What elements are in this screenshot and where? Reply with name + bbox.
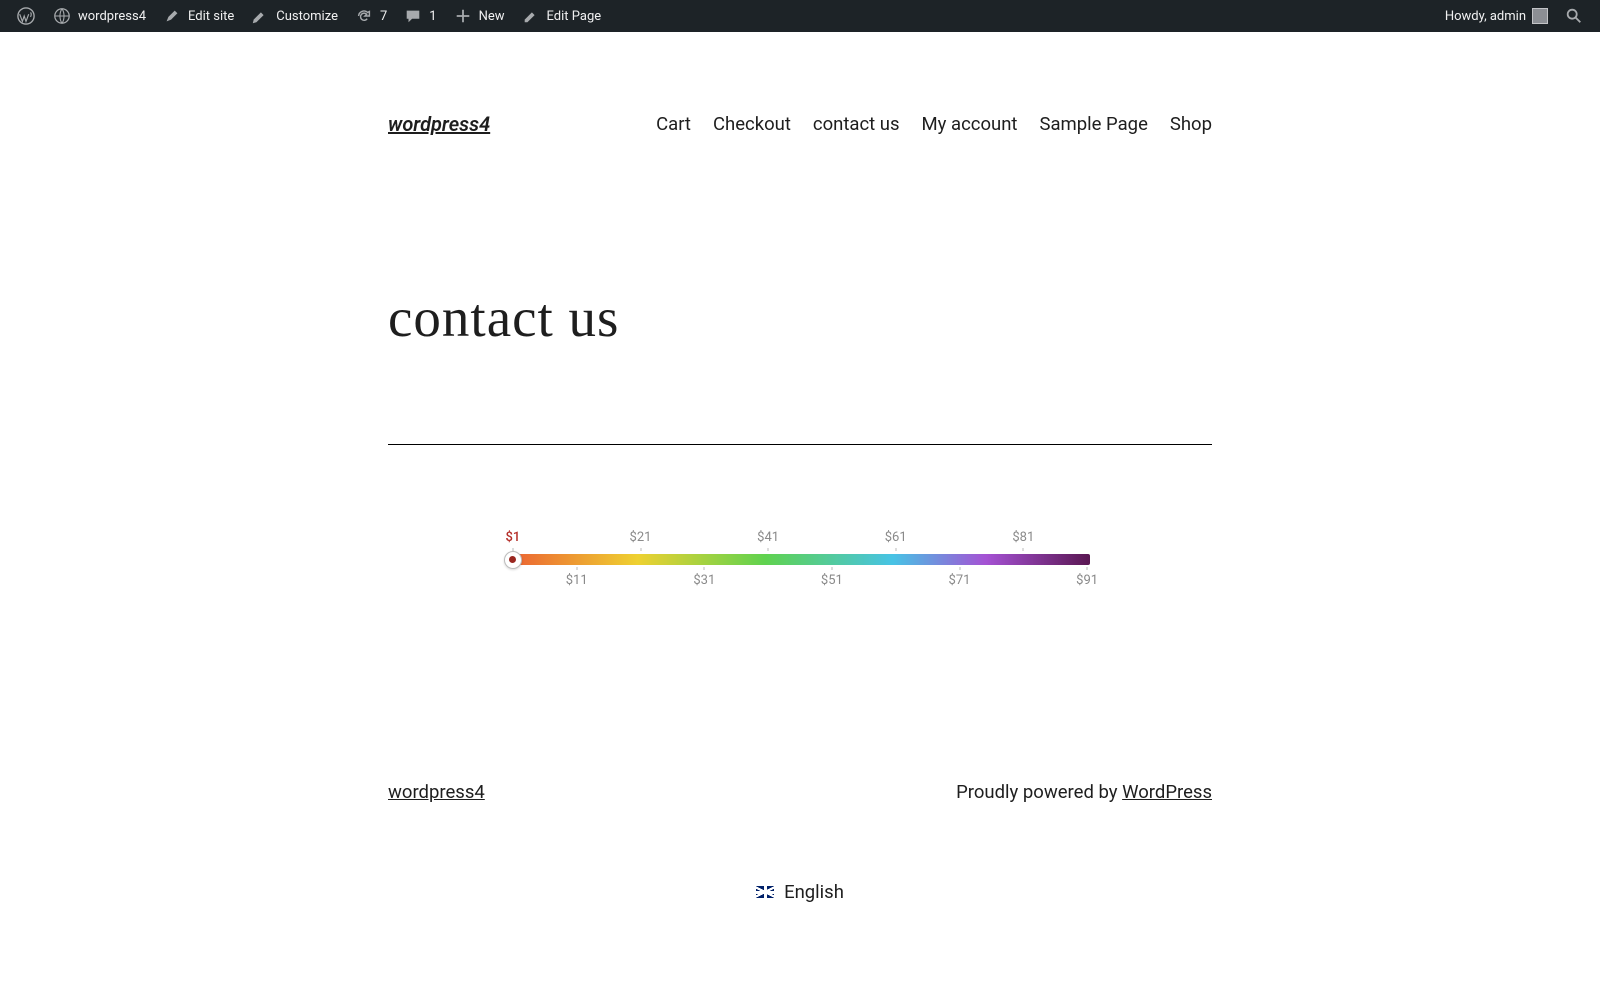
footer-credit: Proudly powered by WordPress [956,781,1212,803]
search-toggle[interactable] [1556,0,1592,32]
slider-tick [1023,548,1024,551]
slider-labels-top: $1$21$41$61$81 [510,530,1090,548]
avatar [1532,8,1548,24]
page-title: contact us [388,286,1212,349]
language-label: English [784,881,844,903]
nav-cart[interactable]: Cart [656,113,691,135]
slider-track[interactable] [510,554,1090,565]
nav-shop[interactable]: Shop [1170,113,1212,135]
slider-tick [895,548,896,551]
admin-bar-left: wordpress4 Edit site Customize 7 1 [8,0,609,32]
edit-site-link[interactable]: Edit site [154,0,242,32]
customize-label: Customize [276,9,338,24]
site-icon [52,6,72,26]
slider-label-top: $81 [1012,530,1034,545]
edit-page-link[interactable]: Edit Page [513,0,610,32]
new-content-menu[interactable]: New [445,0,513,32]
edit-page-label: Edit Page [547,9,602,24]
price-slider: $1$21$41$61$81 $11$31$51$71$91 [510,530,1090,591]
nav-checkout[interactable]: Checkout [713,113,791,135]
footer-wordpress-link[interactable]: WordPress [1122,781,1212,803]
slider-label-top: $21 [630,530,652,545]
slider-label-bottom: $91 [1076,573,1098,588]
wp-admin-bar: wordpress4 Edit site Customize 7 1 [0,0,1600,32]
slider-tick [831,567,832,570]
my-account-menu[interactable]: Howdy, admin [1437,0,1556,32]
divider [388,444,1212,445]
pencil-icon [521,6,541,26]
nav-my-account[interactable]: My account [922,113,1018,135]
new-label: New [479,9,505,24]
slider-tick [959,567,960,570]
slider-handle[interactable] [504,551,522,569]
updates-link[interactable]: 7 [346,0,395,32]
footer-site-link[interactable]: wordpress4 [388,781,485,803]
edit-site-label: Edit site [188,9,234,24]
wordpress-logo-icon [16,6,36,26]
nav-contact-us[interactable]: contact us [813,113,900,135]
slider-label-bottom: $31 [693,573,715,588]
site-header: wordpress4 Cart Checkout contact us My a… [388,32,1212,156]
slider-ticks-top [510,548,1090,552]
language-switcher[interactable]: English [388,881,1212,903]
slider-tick [1087,567,1088,570]
site-footer: wordpress4 Proudly powered by WordPress [388,781,1212,803]
admin-site-name: wordpress4 [78,9,146,24]
wp-logo-menu[interactable] [8,0,44,32]
comments-link[interactable]: 1 [395,0,444,32]
page-content: wordpress4 Cart Checkout contact us My a… [368,32,1232,903]
site-title-link[interactable]: wordpress4 [388,112,490,136]
slider-tick [768,548,769,551]
nav-sample-page[interactable]: Sample Page [1039,113,1147,135]
slider-tick [576,567,577,570]
slider-label-bottom: $71 [949,573,971,588]
slider-tick [704,567,705,570]
slider-label-bottom: $51 [821,573,843,588]
slider-label-bottom: $11 [566,573,588,588]
slider-labels-bottom: $11$31$51$71$91 [510,573,1090,591]
greeting-text: Howdy, admin [1445,9,1526,24]
primary-nav: Cart Checkout contact us My account Samp… [656,113,1212,135]
site-name-menu[interactable]: wordpress4 [44,0,154,32]
paintbrush-icon [250,6,270,26]
comments-count: 1 [429,9,436,24]
plus-icon [453,6,473,26]
customize-link[interactable]: Customize [242,0,346,32]
brush-icon [162,6,182,26]
comment-icon [403,6,423,26]
footer-credit-prefix: Proudly powered by [956,781,1122,803]
uk-flag-icon [756,886,774,898]
search-icon [1564,6,1584,26]
update-icon [354,6,374,26]
slider-label-top: $1 [506,530,521,545]
slider-label-top: $61 [885,530,907,545]
slider-ticks-bottom [510,567,1090,571]
slider-tick [640,548,641,551]
admin-bar-right: Howdy, admin [1437,0,1592,32]
updates-count: 7 [380,9,387,24]
slider-label-top: $41 [757,530,779,545]
